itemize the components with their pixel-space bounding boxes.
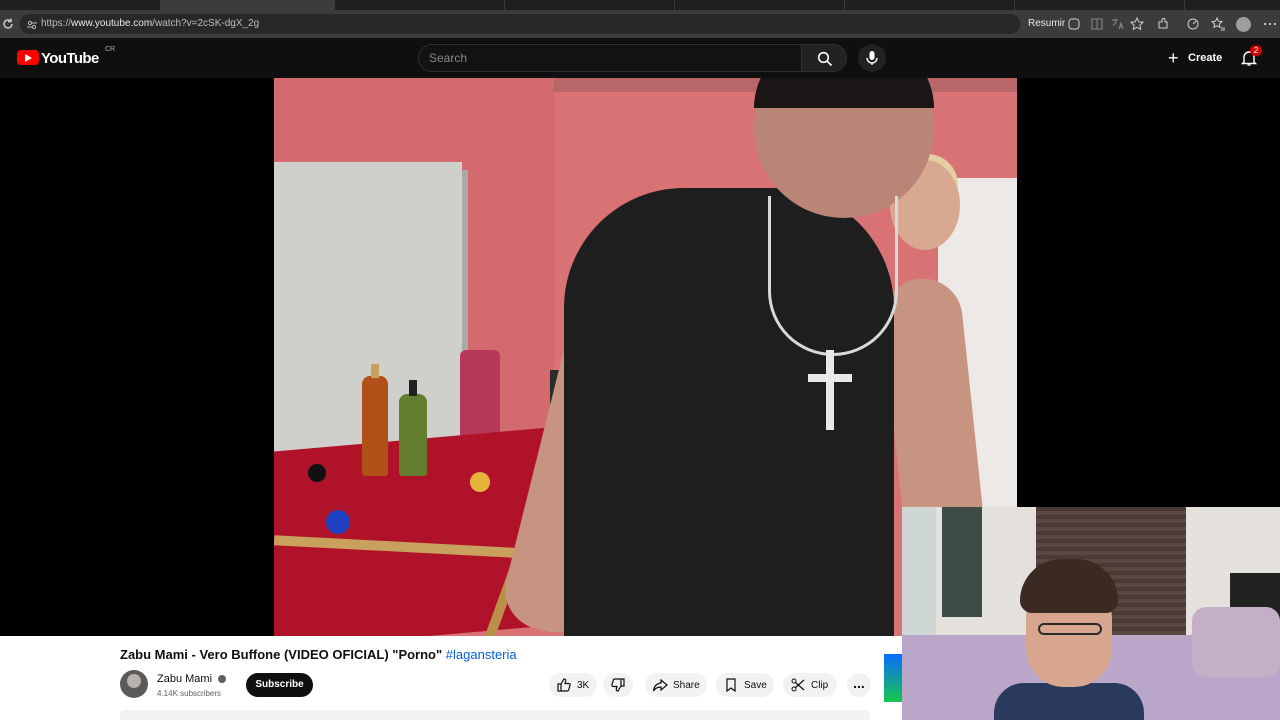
channel-avatar[interactable]	[120, 670, 148, 698]
browser-tab[interactable]	[505, 0, 675, 10]
share-label: Share	[673, 680, 700, 691]
youtube-header: YouTube CR + Create 2	[0, 38, 1280, 78]
video-scene-cross	[826, 350, 834, 430]
search-button[interactable]	[801, 44, 847, 72]
webcam-overlay	[902, 507, 1280, 720]
webcam-scene-cloth	[942, 507, 982, 617]
like-button[interactable]: 3K	[549, 673, 597, 697]
like-count: 3K	[577, 680, 590, 691]
notifications-button[interactable]: 2	[1240, 45, 1262, 69]
voice-search-button[interactable]	[858, 44, 886, 72]
browser-tab[interactable]	[335, 0, 505, 10]
video-scene-ball	[470, 472, 490, 492]
summarize-icon[interactable]	[1066, 16, 1082, 32]
search-icon	[817, 51, 833, 67]
video-title: Zabu Mami - Vero Buffone (VIDEO OFICIAL)…	[120, 647, 517, 662]
reload-icon[interactable]	[1, 17, 15, 31]
video-title-text: Zabu Mami - Vero Buffone (VIDEO OFICIAL)…	[120, 647, 443, 662]
search-input[interactable]	[429, 51, 789, 65]
browser-menu-icon[interactable]	[1262, 16, 1278, 32]
save-button[interactable]: Save	[716, 673, 774, 697]
bookmark-icon	[726, 678, 736, 693]
subscriber-count: 4.14K subscribers	[157, 689, 222, 698]
verified-icon	[218, 675, 226, 683]
browser-tab[interactable]	[675, 0, 845, 10]
video-scene-bottle	[362, 364, 388, 476]
video-scene-ball	[308, 464, 326, 482]
video-scene-hair	[754, 78, 934, 108]
browser-toolbar: https://www.youtube.com/watch?v=2cSK-dgX…	[0, 10, 1280, 38]
summarize-button[interactable]: Resumir	[1028, 18, 1065, 29]
extensions-icon[interactable]	[1155, 16, 1171, 32]
video-scene-chair	[460, 350, 500, 440]
browser-tab[interactable]	[845, 0, 1015, 10]
video-scene-chain	[768, 196, 898, 356]
share-button[interactable]: Share	[645, 673, 707, 697]
save-label: Save	[744, 680, 767, 691]
favorites-icon[interactable]	[1210, 16, 1226, 32]
scissors-icon	[791, 678, 805, 692]
webcam-scene-glasses	[1038, 623, 1102, 635]
browser-tab-active[interactable]	[160, 0, 335, 10]
youtube-play-icon	[17, 50, 39, 65]
thumbs-up-icon	[557, 678, 571, 692]
hashtag-link[interactable]: #lagansteria	[446, 647, 517, 662]
notification-badge: 2	[1250, 45, 1262, 56]
plus-icon: +	[1168, 48, 1179, 68]
video-scene-cross	[808, 374, 852, 382]
webcam-scene-shirt	[994, 683, 1144, 720]
translate-icon[interactable]	[1109, 16, 1125, 32]
create-button[interactable]: + Create	[1162, 45, 1230, 71]
performance-icon[interactable]	[1185, 16, 1201, 32]
url-text: https://www.youtube.com/watch?v=2cSK-dgX…	[41, 18, 260, 29]
dislike-button[interactable]	[603, 673, 633, 697]
search-box	[418, 44, 801, 72]
thumbs-down-icon	[611, 678, 625, 692]
channel-name[interactable]: Zabu Mami	[157, 673, 212, 685]
share-icon	[652, 678, 668, 692]
side-thumbnail[interactable]	[884, 654, 902, 702]
more-actions-button[interactable]: ...	[847, 673, 871, 697]
webcam-scene-pillow	[1192, 607, 1280, 677]
clip-label: Clip	[811, 680, 829, 691]
microphone-icon	[866, 51, 878, 65]
address-bar[interactable]: https://www.youtube.com/watch?v=2cSK-dgX…	[20, 14, 1020, 34]
browser-tab[interactable]	[1015, 0, 1185, 10]
clip-button[interactable]: Clip	[783, 673, 837, 697]
reader-mode-icon[interactable]	[1089, 16, 1105, 32]
video-info: Zabu Mami - Vero Buffone (VIDEO OFICIAL)…	[0, 636, 902, 720]
logo-text: YouTube	[41, 50, 99, 67]
video-scene-ball	[326, 510, 350, 534]
site-info-icon[interactable]	[26, 18, 38, 30]
browser-tab-strip	[0, 0, 1280, 10]
create-label: Create	[1188, 52, 1223, 64]
country-code: CR	[105, 46, 116, 53]
bookmark-star-icon[interactable]	[1129, 16, 1145, 32]
profile-avatar[interactable]	[1236, 17, 1251, 32]
video-scene-bottle	[399, 380, 427, 476]
subscribe-button[interactable]: Subscribe	[246, 673, 313, 697]
description-box-edge	[120, 710, 870, 720]
